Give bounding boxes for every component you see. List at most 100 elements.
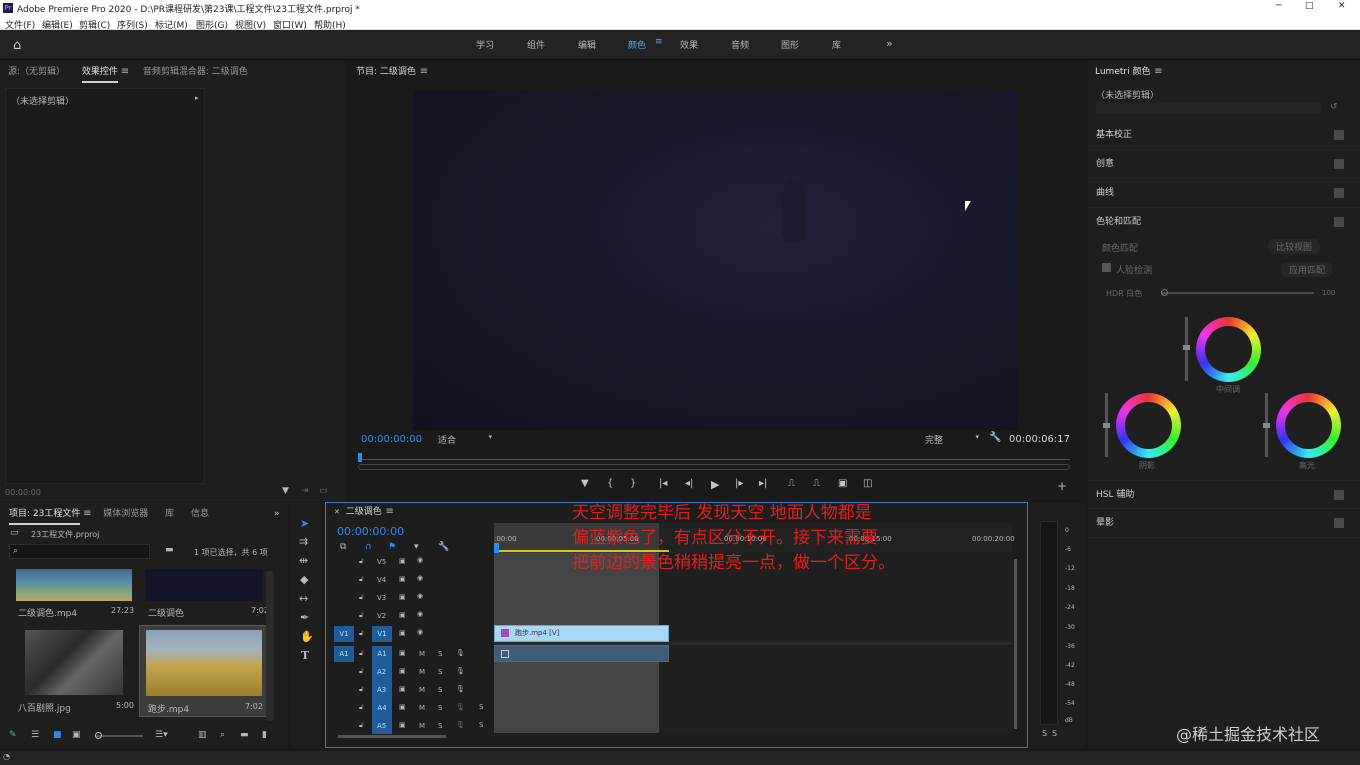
eye-icon[interactable]: ◉ [417,556,423,564]
go-to-out-icon[interactable]: ▸| [759,478,767,489]
sync-icon[interactable]: ▣ [399,593,406,601]
section-creative[interactable]: 创意 [1088,150,1360,179]
tab-audio-mixer[interactable]: 音频剪辑混合器: 二级调色 [143,61,248,83]
section-hsl-secondary[interactable]: HSL 辅助 [1088,480,1360,509]
export-icon[interactable]: ⇥ [301,486,309,496]
type-tool-icon[interactable]: T [301,649,309,662]
hdr-white-slider[interactable] [1161,289,1314,296]
mark-out-icon[interactable]: } [630,478,636,489]
mic-icon[interactable]: 🎙︎ [456,667,465,675]
workspace-menu-icon[interactable]: ≡ [655,37,663,47]
audio-clip[interactable] [494,645,669,662]
solo-left-button[interactable]: S [1042,729,1047,738]
mute-button[interactable]: M [419,704,425,712]
workspace-learn[interactable]: 学习 [476,38,494,51]
tab-libraries[interactable]: 库 [165,503,174,525]
enable-checkbox[interactable] [1334,159,1344,169]
solo-button[interactable]: S [438,668,442,676]
enable-checkbox[interactable] [1334,188,1344,198]
apply-match-button[interactable]: 应用匹配 [1281,262,1334,277]
new-bin-icon[interactable]: ▬ [240,730,249,740]
mark-in-icon[interactable]: { [607,478,613,489]
filter-icon[interactable]: ▼ [282,486,289,496]
selection-tool-icon[interactable]: ➤ [300,517,309,530]
extract-icon[interactable]: ⎍ [813,478,820,489]
quality-dropdown[interactable]: 完整 ▾ [925,433,979,446]
zoom-bar[interactable] [358,464,1070,470]
sync-icon[interactable]: ▣ [399,575,406,583]
minimize-button[interactable]: ─ [1276,1,1281,11]
lock-icon[interactable]: 🔓︎ [359,685,364,694]
section-curves[interactable]: 曲线 [1088,179,1360,208]
mute-button[interactable]: M [419,686,425,694]
track-select-tool-icon[interactable]: ⇉ [299,535,308,548]
automate-icon[interactable]: ▥ [198,730,207,740]
lumetri-menu-icon[interactable]: ≡ [1153,67,1163,77]
add-marker-icon[interactable]: ▼ [581,478,589,489]
workspace-assembly[interactable]: 组件 [527,38,545,51]
shadows-wheel[interactable] [1116,393,1181,458]
step-forward-icon[interactable]: |▸ [735,478,743,489]
button-editor-icon[interactable]: + [1057,479,1067,493]
sync-icon[interactable]: ▣ [399,649,406,657]
mute-button[interactable]: M [419,650,425,658]
section-color-wheels[interactable]: 色轮和匹配 [1088,208,1360,237]
project-search-input[interactable]: ⌕ [9,544,150,559]
hand-tool-icon[interactable]: ✋ [300,630,314,643]
tab-project[interactable]: 项目: 23工程文件 [9,505,81,525]
workspace-editing[interactable]: 编辑 [578,38,596,51]
enable-checkbox[interactable] [1334,490,1344,500]
pen-tool-icon[interactable]: ✒ [300,611,309,624]
workspace-color[interactable]: 颜色 [628,38,646,51]
snap-icon[interactable]: ∩ [365,542,372,552]
add-marker-icon[interactable]: ▾ [414,542,419,552]
nest-icon[interactable]: ⧉ [340,542,346,552]
close-sequence-icon[interactable]: ✕ [334,508,340,516]
enable-checkbox[interactable] [1334,518,1344,528]
bin-icon[interactable]: ▬ [165,545,174,555]
close-button[interactable]: ✕ [1338,1,1346,11]
sync-icon[interactable]: ▣ [399,703,406,711]
thumbnail-field[interactable] [146,630,262,696]
solo-button[interactable]: S [438,686,442,694]
reset-icon[interactable]: ↺ [1330,102,1338,112]
shadows-slider[interactable] [1103,393,1110,457]
highlights-slider[interactable] [1263,393,1270,457]
eye-icon[interactable]: ◉ [417,610,423,618]
timeline-vscroll[interactable] [1014,559,1017,729]
tab-effect-controls[interactable]: 效果控件 [81,63,118,83]
thumbnail-still[interactable] [25,630,123,695]
highlights-wheel[interactable] [1276,393,1341,458]
mic-icon[interactable]: 🎙︎ [456,703,465,711]
enable-checkbox[interactable] [1334,217,1344,227]
enable-checkbox[interactable] [1334,130,1344,140]
razor-tool-icon[interactable]: ◆ [300,573,308,586]
sync-icon[interactable]: ▣ [399,629,406,637]
pencil-icon[interactable]: ✎ [9,730,17,740]
project-menu-icon[interactable]: ≡ [82,509,92,519]
mic-icon[interactable]: 🎙︎ [456,685,465,693]
home-icon[interactable]: ⌂ [13,38,21,53]
midtones-wheel[interactable] [1196,317,1261,382]
play-icon[interactable]: ▶ [711,478,719,491]
fit-dropdown[interactable]: 适合 ▾ [438,433,492,446]
sync-icon[interactable]: ▣ [399,667,406,675]
mute-button[interactable]: M [419,722,425,730]
settings-icon[interactable]: ▭ [319,486,328,496]
maximize-button[interactable]: □ [1305,1,1314,11]
lock-icon[interactable]: 🔓︎ [359,721,364,730]
playhead-marker[interactable] [358,453,362,462]
freeform-view-icon[interactable]: ▣ [72,730,81,740]
more-workspaces-icon[interactable]: » [886,37,893,50]
export-frame-icon[interactable]: ▣ [838,478,847,489]
lock-icon[interactable]: 🔓︎ [359,629,364,638]
face-detect-checkbox[interactable] [1102,263,1111,272]
track-target-v1[interactable]: V1 [372,626,392,642]
workspace-effects[interactable]: 效果 [680,38,698,51]
mute-button[interactable]: M [419,668,425,676]
solo-button[interactable]: S [438,650,442,658]
ripple-edit-tool-icon[interactable]: ⇹ [299,554,308,567]
sync-icon[interactable]: ▣ [399,611,406,619]
lock-icon[interactable]: 🔓︎ [359,703,364,712]
tab-media-browser[interactable]: 媒体浏览器 [103,503,148,525]
